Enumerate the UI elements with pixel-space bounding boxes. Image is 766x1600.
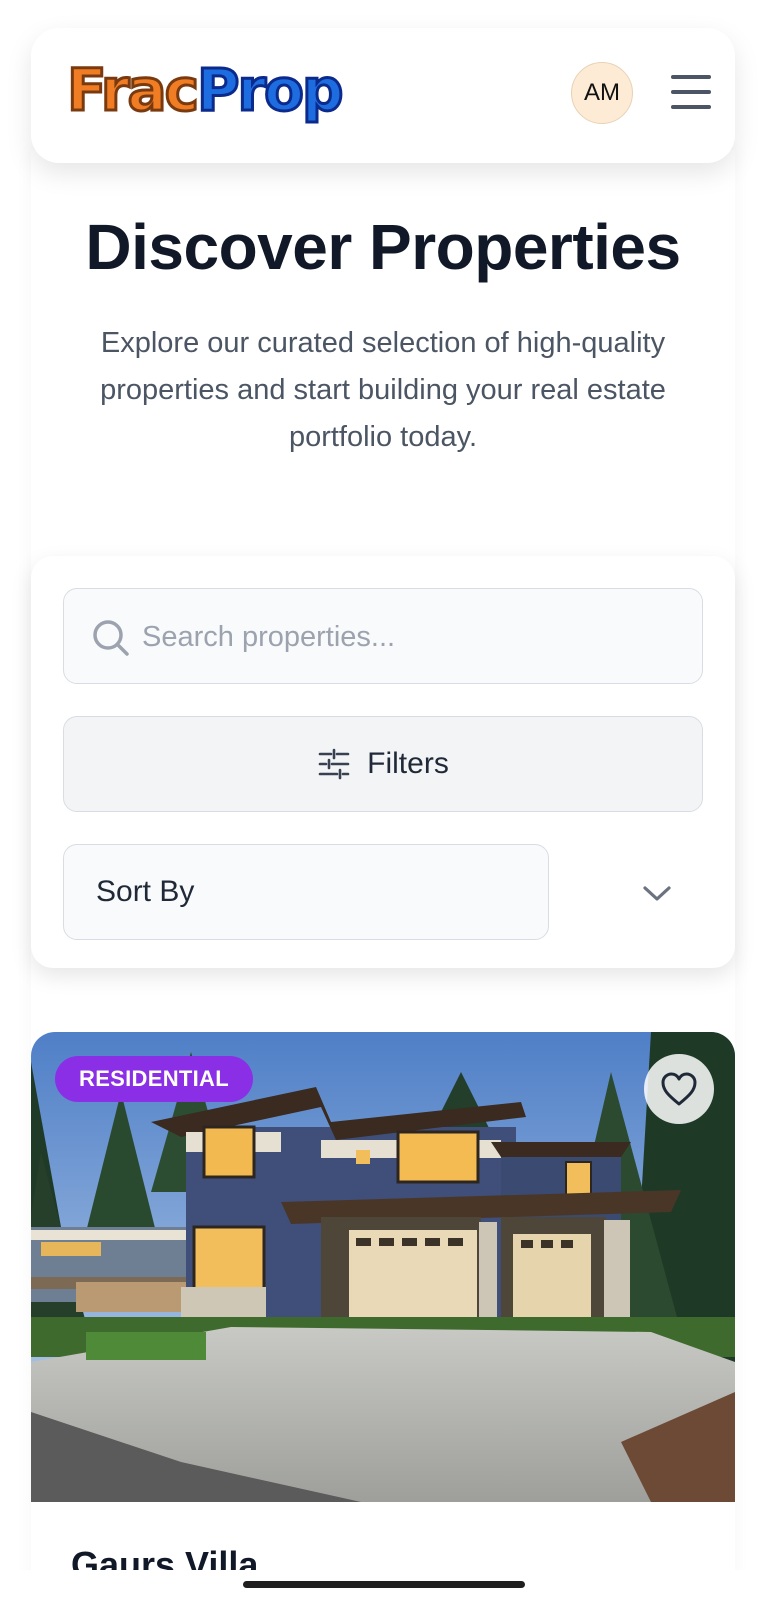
page-subtitle: Explore our curated selection of high-qu…: [100, 327, 666, 453]
page-title: Discover Properties: [85, 211, 681, 283]
user-avatar[interactable]: AM: [571, 62, 633, 124]
avatar-initials: AM: [584, 79, 620, 106]
sliders-icon: [318, 748, 350, 780]
filter-panel: Filters Sort By: [31, 556, 735, 968]
search-field[interactable]: [63, 588, 703, 685]
category-badge: RESIDENTIAL: [55, 1056, 253, 1102]
search-input[interactable]: [142, 589, 682, 685]
sort-select[interactable]: Sort By: [63, 844, 549, 940]
menu-icon[interactable]: [667, 68, 715, 116]
logo-prop: Prop: [196, 55, 346, 126]
heart-icon: [661, 1072, 697, 1106]
property-image[interactable]: [31, 1032, 735, 1502]
filters-button[interactable]: Filters: [63, 716, 703, 812]
home-indicator[interactable]: [243, 1581, 525, 1588]
app-header: FracProp AM: [31, 28, 735, 163]
fracprop-logo[interactable]: FracProp: [65, 54, 346, 126]
search-icon: [93, 620, 129, 656]
filters-label: Filters: [367, 747, 449, 780]
sort-label: Sort By: [96, 875, 195, 908]
chevron-down-icon[interactable]: [639, 876, 675, 912]
logo-frac: Frac: [65, 55, 200, 126]
property-card[interactable]: RESIDENTIAL Gaurs Villa: [31, 1032, 735, 1600]
favorite-button[interactable]: [644, 1054, 714, 1124]
